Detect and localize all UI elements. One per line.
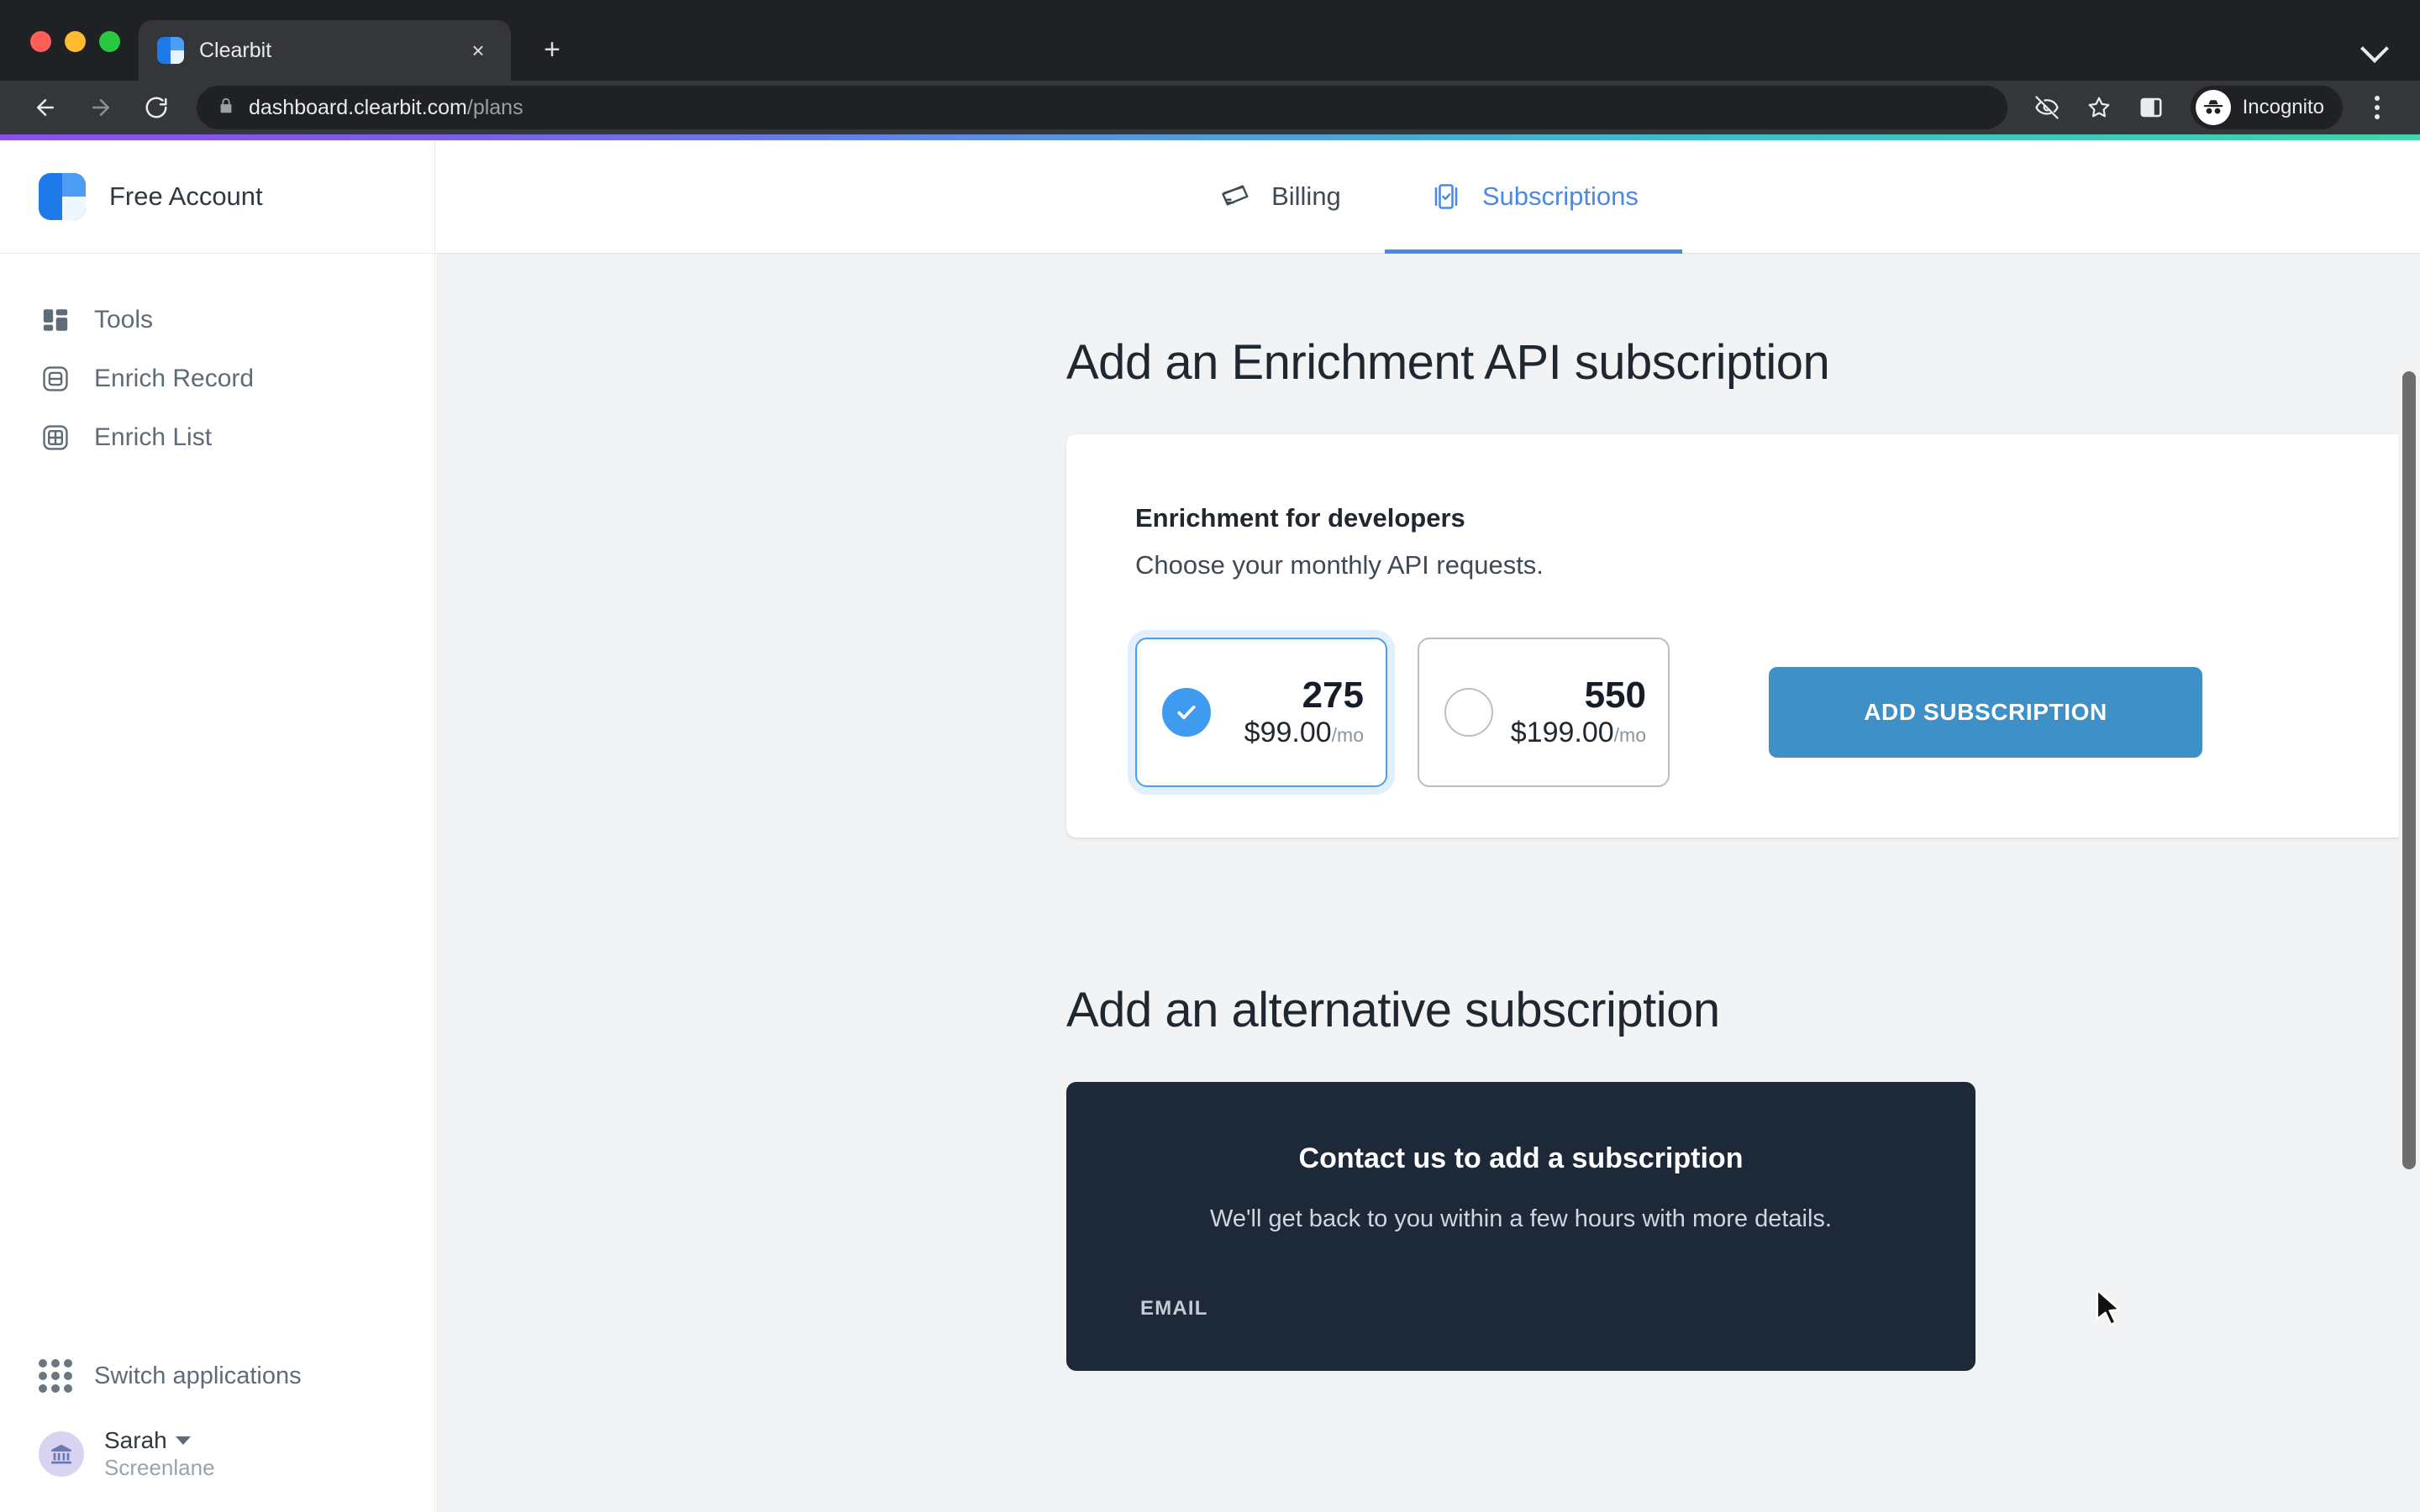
- incognito-icon: [2195, 90, 2231, 125]
- alternative-section-title: Add an alternative subscription: [1066, 983, 1720, 1037]
- tab-title: Clearbit: [199, 38, 272, 62]
- enrich-record-icon: [39, 362, 72, 396]
- section-tabs: Billing Subscriptions: [436, 140, 2420, 254]
- maximize-window-button[interactable]: [99, 31, 120, 52]
- plan-option-275[interactable]: 275 $99.00/mo: [1135, 638, 1387, 787]
- sidebar-item-label: Enrich Record: [94, 365, 255, 392]
- sidebar-item-enrich-list[interactable]: Enrich List: [0, 408, 434, 467]
- card-title: Enrichment for developers: [1135, 503, 1465, 533]
- contact-subtitle: We'll get back to you within a few hours…: [1209, 1205, 1832, 1232]
- back-arrow-icon[interactable]: [22, 84, 69, 131]
- bank-building-icon: [39, 1431, 84, 1478]
- tab-label: Billing: [1271, 181, 1341, 211]
- plan-options-row: 275 $99.00/mo 550 $199.00/mo ADD SUBSCRI…: [1135, 638, 2420, 787]
- side-panel-icon[interactable]: [2128, 85, 2174, 130]
- sidebar-item-label: Enrich List: [94, 423, 213, 451]
- switch-applications-button[interactable]: Switch applications: [0, 1349, 434, 1426]
- mouse-cursor: [2096, 1289, 2124, 1327]
- plan-option-550[interactable]: 550 $199.00/mo: [1418, 638, 1670, 787]
- switch-applications-label: Switch applications: [94, 1362, 302, 1389]
- scrollbar-thumb[interactable]: [2402, 371, 2416, 1169]
- user-name: Sarah: [104, 1427, 167, 1454]
- tab-billing[interactable]: Billing: [1174, 140, 1385, 253]
- enrich-list-icon: [39, 421, 72, 454]
- contact-us-card: Contact us to add a subscription We'll g…: [1066, 1082, 1975, 1371]
- new-tab-button[interactable]: +: [533, 30, 571, 69]
- browser-tabstrip: Clearbit × +: [0, 0, 2420, 81]
- forward-arrow-icon[interactable]: [77, 84, 124, 131]
- email-field-label: EMAIL: [1140, 1297, 1208, 1320]
- grid-apps-icon: [39, 1359, 72, 1394]
- sidebar-nav: Tools Enrich Record Enrich List: [0, 254, 434, 467]
- view-off-icon[interactable]: [2024, 85, 2070, 130]
- browser-tab[interactable]: Clearbit ×: [139, 20, 511, 81]
- sidebar-item-tools[interactable]: Tools: [0, 291, 434, 349]
- plan-text: 275 $99.00/mo: [1219, 675, 1386, 748]
- user-meta: Sarah Screenlane: [104, 1426, 215, 1482]
- browser-window: Clearbit × + dashboard.clearbit.com/plan…: [0, 0, 2420, 1512]
- page-scrollbar[interactable]: [2398, 254, 2420, 1512]
- user-name-row: Sarah: [104, 1426, 215, 1455]
- lock-icon: [217, 97, 235, 119]
- reload-icon[interactable]: [133, 84, 180, 131]
- minimize-window-button[interactable]: [65, 31, 86, 52]
- sidebar-item-label: Tools: [94, 306, 154, 333]
- tab-subscriptions[interactable]: Subscriptions: [1384, 140, 1683, 254]
- omnibox-actions: Incognito: [2024, 85, 2398, 130]
- plan-price: $199.00/mo: [1510, 716, 1646, 748]
- page-title: Add an Enrichment API subscription: [1066, 335, 1830, 390]
- subscription-check-icon: [1428, 179, 1464, 214]
- account-name: Free Account: [109, 181, 263, 211]
- browser-toolbar: dashboard.clearbit.com/plans Incognito: [0, 81, 2420, 134]
- sidebar-footer: Switch applications Sarah Screenlane: [0, 1349, 434, 1512]
- plan-request-count: 550: [1584, 675, 1646, 717]
- app-sidebar: Free Account Tools Enrich Record Enrich …: [0, 140, 435, 1512]
- top-gradient-accent-bar: [0, 134, 2420, 140]
- card-subtitle: Choose your monthly API requests.: [1135, 550, 1544, 580]
- radio-selected-icon[interactable]: [1162, 688, 1211, 737]
- clearbit-logo-icon: [39, 173, 86, 220]
- close-icon[interactable]: ×: [464, 36, 492, 65]
- plan-text: 550 $199.00/mo: [1502, 675, 1668, 748]
- kebab-menu-icon[interactable]: [2356, 85, 2398, 130]
- sidebar-item-enrich-record[interactable]: Enrich Record: [0, 349, 434, 408]
- tab-label: Subscriptions: [1481, 181, 1639, 211]
- sidebar-brand[interactable]: Free Account: [0, 140, 434, 254]
- profile-label: Incognito: [2242, 96, 2324, 118]
- plan-price: $99.00/mo: [1244, 716, 1364, 748]
- chevron-down-icon[interactable]: [175, 1436, 191, 1446]
- plan-request-count: 275: [1302, 675, 1364, 717]
- clearbit-logo-icon: [157, 37, 184, 64]
- credit-card-icon: [1218, 179, 1253, 214]
- tabstrip-right-group: [2358, 29, 2420, 81]
- close-window-button[interactable]: [30, 31, 51, 52]
- dashboard-tiles-icon: [39, 303, 72, 337]
- add-subscription-button[interactable]: ADD SUBSCRIPTION: [1769, 667, 2202, 758]
- url-text: dashboard.clearbit.com/plans: [249, 95, 523, 119]
- radio-unselected-icon[interactable]: [1444, 688, 1493, 737]
- window-traffic-lights: [0, 31, 120, 81]
- star-icon[interactable]: [2076, 85, 2122, 130]
- contact-title: Contact us to add a subscription: [1298, 1142, 1744, 1174]
- chevron-down-icon[interactable]: [2358, 29, 2391, 62]
- address-bar[interactable]: dashboard.clearbit.com/plans: [197, 86, 2007, 129]
- user-account-menu[interactable]: Sarah Screenlane: [0, 1426, 434, 1482]
- user-org: Screenlane: [104, 1455, 215, 1481]
- profile-incognito-button[interactable]: Incognito: [2190, 86, 2343, 129]
- web-page: Free Account Tools Enrich Record Enrich …: [0, 134, 2420, 1512]
- subscription-card: Enrichment for developers Choose your mo…: [1066, 434, 2420, 837]
